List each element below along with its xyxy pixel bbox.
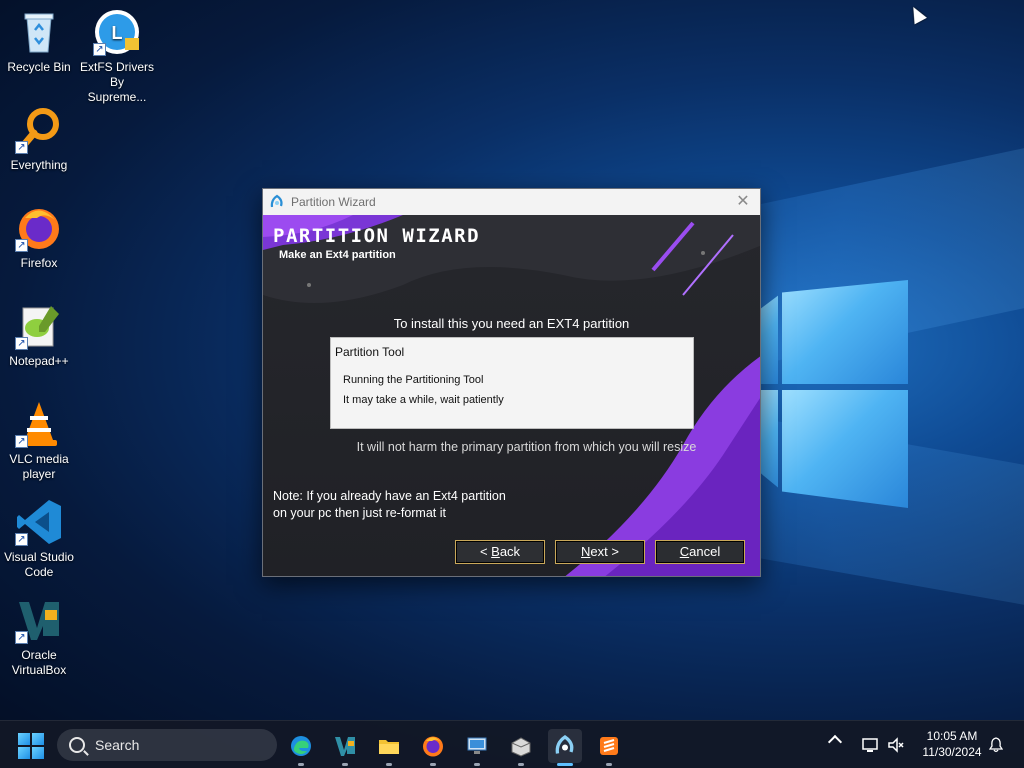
- edge-icon: [291, 736, 311, 756]
- desktop-icon-virtualbox[interactable]: ↗ Oracle VirtualBox: [0, 596, 78, 678]
- taskbar-app-file-explorer[interactable]: [372, 729, 406, 766]
- wizard-content: PARTITION WIZARD Make an Ext4 partition …: [263, 215, 760, 576]
- back-button[interactable]: < Back: [455, 540, 545, 564]
- virtualbox-icon: ↗: [15, 596, 63, 644]
- ext4-note: Note: If you already have an Ext4 partit…: [273, 488, 506, 522]
- windows-logo-wallpaper: [760, 250, 920, 530]
- taskbar-app-virtualbox[interactable]: [328, 729, 362, 766]
- network-icon[interactable]: [860, 735, 880, 755]
- banner-title: PARTITION WIZARD: [273, 225, 481, 247]
- start-button[interactable]: [18, 733, 44, 759]
- partition-tool-panel: Partition Tool Running the Partitioning …: [330, 337, 694, 429]
- taskbar: Search 10:05 AM 11/30/2024: [0, 720, 1024, 768]
- banner-subtitle: Make an Ext4 partition: [279, 249, 396, 261]
- cancel-button[interactable]: Cancel: [655, 540, 745, 564]
- everything-search-icon: ↗: [15, 106, 63, 154]
- vscode-icon: ↗: [15, 498, 63, 546]
- desktop-icon-label: Notepad++: [9, 354, 69, 368]
- desktop-icon-notepadpp[interactable]: ↗ Notepad++: [0, 302, 78, 369]
- panel-status-line: Running the Partitioning Tool: [343, 374, 484, 386]
- mouse-cursor-icon: [907, 3, 927, 25]
- extfs-drivers-icon: L ↗: [93, 8, 141, 56]
- close-icon[interactable]: ✕: [734, 193, 752, 211]
- taskbar-app-package[interactable]: [504, 729, 538, 766]
- dialog-titlebar[interactable]: Partition Wizard ✕: [263, 189, 760, 215]
- desktop-icon-label: Oracle VirtualBox: [11, 648, 67, 677]
- partition-wizard-dialog: Partition Wizard ✕ PARTITION WIZARD Make…: [262, 188, 761, 577]
- firefox-icon: [423, 736, 443, 757]
- desktop-icon-label: ExtFS Drivers By Supreme...: [80, 60, 155, 104]
- recycle-bin-icon: [15, 8, 63, 56]
- notification-bell-icon[interactable]: [989, 737, 1003, 753]
- notepadpp-icon: ↗: [15, 302, 63, 350]
- desktop-icon-label: Visual Studio Code: [4, 550, 74, 579]
- dialog-title: Partition Wizard: [291, 195, 376, 209]
- panel-title: Partition Tool: [335, 345, 405, 359]
- virtualbox-icon: [335, 737, 355, 756]
- search-placeholder: Search: [95, 737, 140, 753]
- desktop-icon-label: Everything: [10, 158, 68, 172]
- panel-wait-line: It may take a while, wait patiently: [343, 394, 504, 406]
- show-hidden-icons-chevron-icon[interactable]: [827, 734, 843, 750]
- partition-wizard-icon: [555, 735, 574, 754]
- desktop-icon-vscode[interactable]: ↗ Visual Studio Code: [0, 498, 78, 580]
- no-harm-text: It will not harm the primary partition f…: [356, 440, 697, 454]
- install-info-text: To install this you need an EXT4 partiti…: [393, 316, 630, 331]
- desktop-icon-extfs-drivers[interactable]: L ↗ ExtFS Drivers By Supreme...: [78, 8, 156, 105]
- note-line: on your pc then just re-format it: [273, 506, 446, 520]
- vlc-icon: ↗: [15, 400, 63, 448]
- next-button[interactable]: Next >: [555, 540, 645, 564]
- desktop-icon-everything[interactable]: ↗ Everything: [0, 106, 78, 173]
- taskbar-app-partition-wizard[interactable]: [548, 729, 582, 766]
- svg-text:L: L: [112, 23, 123, 43]
- remote-desktop-icon: [467, 737, 487, 754]
- sublime-text-icon: [600, 737, 618, 755]
- desktop-icon-label: VLC media player: [9, 452, 69, 481]
- clock-date: 11/30/2024: [922, 745, 982, 759]
- taskbar-search-box[interactable]: Search: [57, 729, 277, 761]
- system-clock[interactable]: 10:05 AM 11/30/2024: [912, 728, 992, 760]
- desktop-icon-vlc[interactable]: ↗ VLC media player: [0, 400, 78, 482]
- taskbar-app-remote-desktop[interactable]: [460, 729, 494, 766]
- package-icon: [511, 737, 531, 757]
- desktop-icon-firefox[interactable]: ↗ Firefox: [0, 204, 78, 271]
- taskbar-app-firefox[interactable]: [416, 729, 450, 766]
- taskbar-app-sublime-text[interactable]: [592, 729, 626, 766]
- clock-time: 10:05 AM: [926, 729, 978, 743]
- taskbar-app-edge[interactable]: [284, 729, 318, 766]
- desktop-icon-label: Firefox: [20, 256, 58, 270]
- desktop-icon-recycle-bin[interactable]: Recycle Bin: [0, 8, 78, 75]
- firefox-icon: ↗: [15, 204, 63, 252]
- volume-muted-icon[interactable]: [886, 735, 906, 755]
- file-explorer-icon: [379, 740, 399, 754]
- search-icon: [69, 737, 85, 753]
- note-line: Note: If you already have an Ext4 partit…: [273, 489, 506, 503]
- desktop-icon-label: Recycle Bin: [7, 60, 71, 74]
- partition-wizard-app-icon: [269, 194, 285, 210]
